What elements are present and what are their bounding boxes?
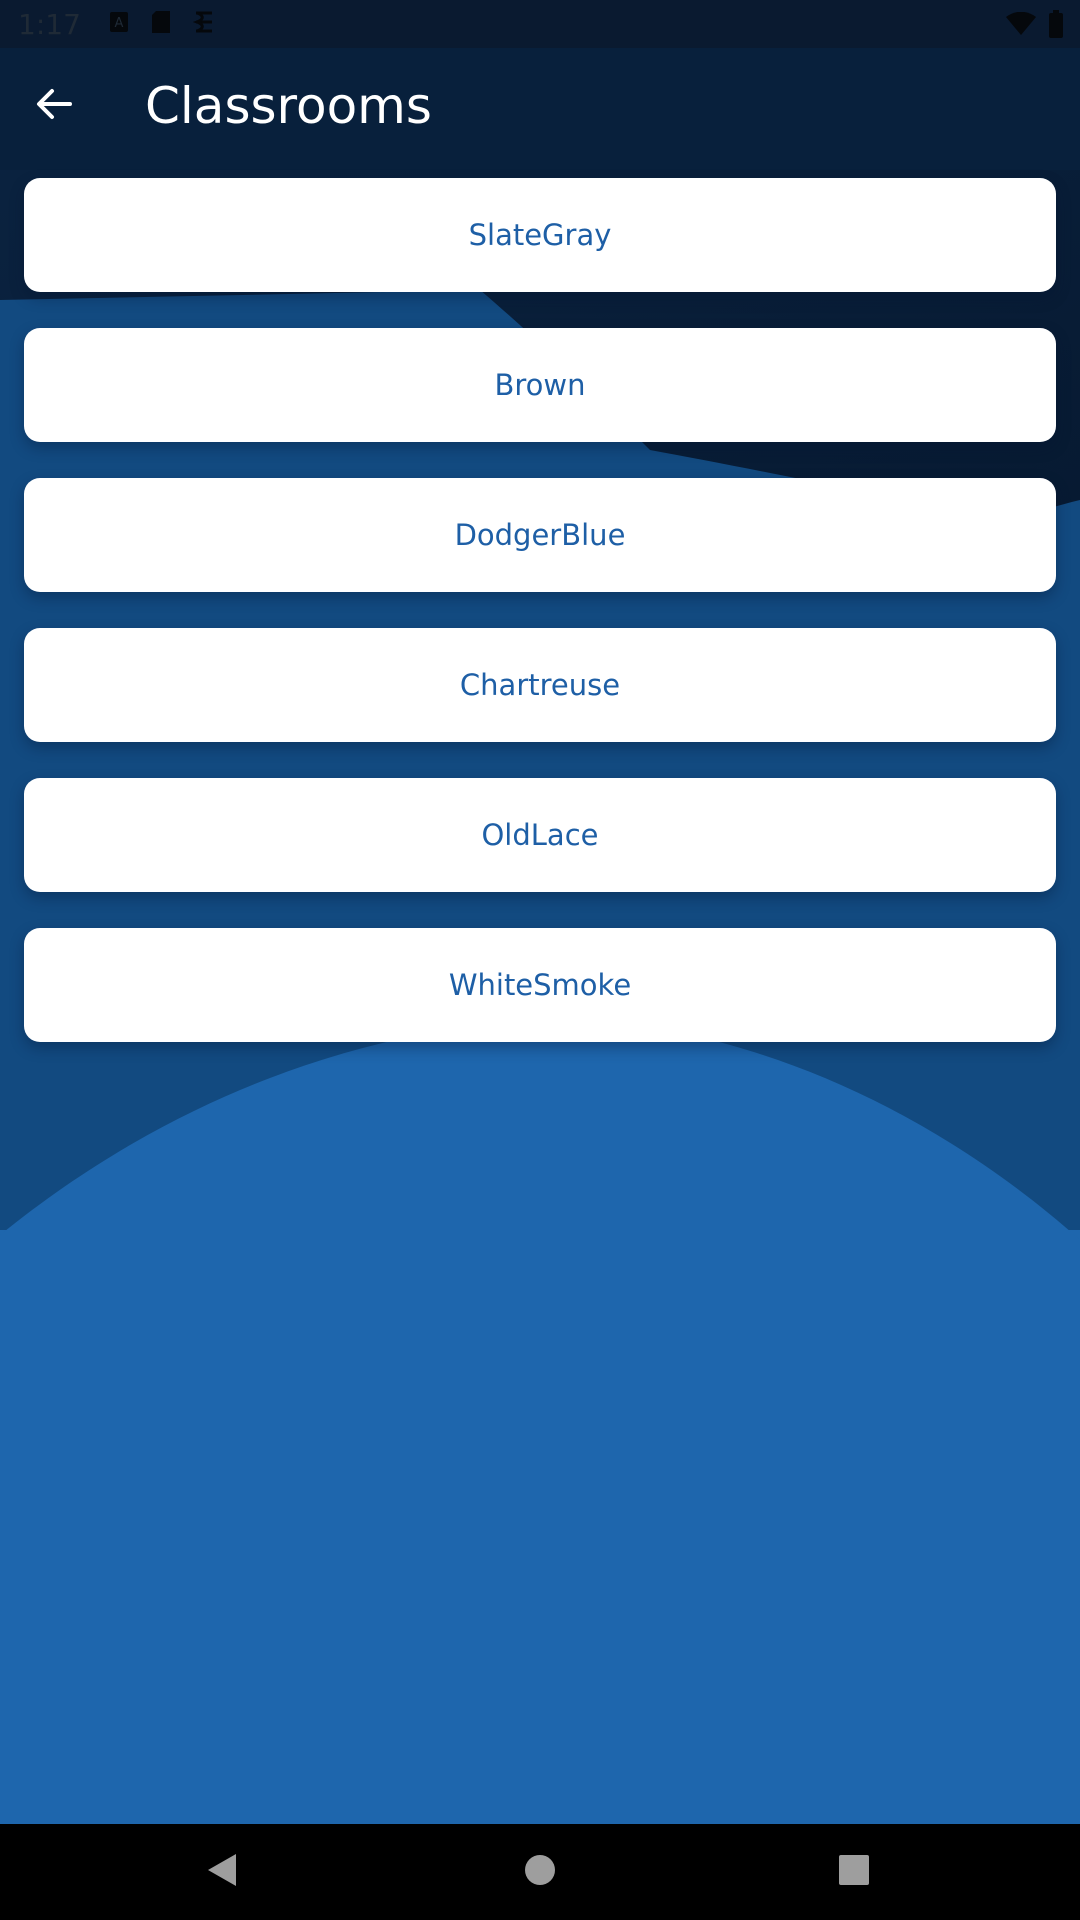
a-notification-icon: A xyxy=(109,11,129,37)
classrooms-screen: 1:17 A Classrooms SlateGray Brown Dodger… xyxy=(0,0,1080,1920)
sd-card-icon xyxy=(151,10,171,38)
classroom-label: WhiteSmoke xyxy=(448,968,632,1002)
classroom-label: DodgerBlue xyxy=(454,518,626,552)
status-right-icons xyxy=(1006,10,1064,42)
nav-back-button[interactable] xyxy=(190,1840,254,1904)
classroom-label: SlateGray xyxy=(468,218,612,252)
classroom-label: OldLace xyxy=(481,818,599,852)
nav-home-button[interactable] xyxy=(508,1840,572,1904)
classroom-label: Chartreuse xyxy=(459,668,621,702)
back-button[interactable] xyxy=(22,74,86,138)
classroom-list: SlateGray Brown DodgerBlue Chartreuse Ol… xyxy=(24,178,1056,1078)
navigation-bar xyxy=(0,1824,1080,1920)
back-triangle-icon xyxy=(206,1852,238,1892)
app-bar: Classrooms xyxy=(0,48,1080,164)
classroom-item-whitesmoke[interactable]: WhiteSmoke xyxy=(24,928,1056,1042)
classroom-item-dodgerblue[interactable]: DodgerBlue xyxy=(24,478,1056,592)
status-bar: 1:17 A xyxy=(0,0,1080,48)
arrow-left-icon xyxy=(36,88,72,124)
home-circle-icon xyxy=(524,1854,556,1890)
recents-square-icon xyxy=(838,1854,870,1890)
classroom-item-oldlace[interactable]: OldLace xyxy=(24,778,1056,892)
nav-recents-button[interactable] xyxy=(822,1840,886,1904)
classroom-item-slategray[interactable]: SlateGray xyxy=(24,178,1056,292)
sync-icon xyxy=(192,9,215,39)
classroom-item-brown[interactable]: Brown xyxy=(24,328,1056,442)
svg-text:A: A xyxy=(114,16,123,31)
page-title: Classrooms xyxy=(145,77,432,135)
classroom-item-chartreuse[interactable]: Chartreuse xyxy=(24,628,1056,742)
status-time: 1:17 xyxy=(18,7,81,41)
wifi-icon xyxy=(1006,11,1036,40)
battery-icon xyxy=(1048,10,1064,42)
classroom-label: Brown xyxy=(494,368,586,402)
